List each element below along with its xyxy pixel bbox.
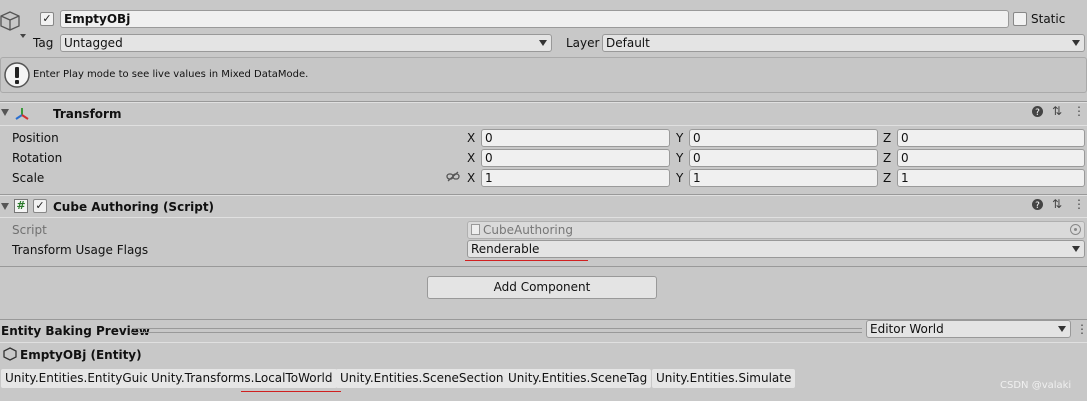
scale-y-field[interactable]: 1 bbox=[689, 169, 878, 187]
transform-foldout-arrow[interactable] bbox=[1, 109, 9, 116]
presets-icon[interactable]: ⇅ bbox=[1052, 104, 1062, 118]
presets-icon[interactable]: ⇅ bbox=[1052, 197, 1062, 211]
position-x-axis: X bbox=[467, 131, 476, 145]
rotation-x-axis: X bbox=[467, 151, 476, 165]
scale-x-field[interactable]: 1 bbox=[481, 169, 670, 187]
scale-y-axis: Y bbox=[676, 171, 684, 185]
cube-authoring-enabled-checkbox[interactable]: ✓ bbox=[33, 199, 47, 213]
link-scale-icon[interactable] bbox=[446, 171, 460, 183]
script-file-icon bbox=[471, 224, 480, 235]
object-picker-icon[interactable] bbox=[1070, 224, 1081, 235]
scale-x-axis: X bbox=[467, 171, 476, 185]
transform-usage-flags-value: Renderable bbox=[471, 242, 540, 256]
cube-authoring-foldout-arrow[interactable] bbox=[1, 203, 9, 210]
script-field: CubeAuthoring bbox=[467, 221, 1085, 239]
transform-usage-flags-dropdown[interactable]: Renderable bbox=[467, 240, 1085, 258]
info-exclamation-icon bbox=[4, 61, 30, 89]
world-dropdown[interactable]: Editor World bbox=[866, 320, 1071, 338]
rotation-y-field[interactable]: 0 bbox=[689, 149, 878, 167]
script-value: CubeAuthoring bbox=[483, 223, 573, 237]
rotation-z-field[interactable]: 0 bbox=[897, 149, 1085, 167]
entity-hexagon-icon bbox=[3, 347, 17, 361]
scale-label: Scale bbox=[12, 171, 45, 185]
position-z-field[interactable]: 0 bbox=[897, 129, 1085, 147]
help-icon[interactable]: ? bbox=[1032, 106, 1043, 120]
layer-dropdown[interactable]: Default bbox=[602, 34, 1085, 52]
rotation-z-axis: Z bbox=[883, 151, 892, 165]
static-label: Static bbox=[1031, 12, 1066, 26]
chevron-down-icon bbox=[539, 40, 547, 46]
script-hash-icon: # bbox=[14, 199, 28, 213]
layer-label: Layer bbox=[566, 36, 600, 50]
world-value: Editor World bbox=[870, 322, 944, 336]
rotation-x-field[interactable]: 0 bbox=[481, 149, 670, 167]
transform-usage-flags-label: Transform Usage Flags bbox=[12, 243, 149, 257]
add-component-button[interactable]: Add Component bbox=[427, 276, 657, 299]
svg-text:?: ? bbox=[1035, 108, 1040, 117]
rotation-label: Rotation bbox=[12, 151, 63, 165]
renderable-highlight-underline bbox=[465, 260, 588, 261]
transform-axis-icon bbox=[14, 106, 30, 122]
baking-preview-title: Entity Baking Preview bbox=[1, 324, 150, 338]
gameobject-cube-icon[interactable] bbox=[0, 8, 28, 38]
watermark: CSDN @valaki bbox=[1000, 380, 1072, 391]
static-checkbox[interactable] bbox=[1013, 12, 1027, 26]
component-chip[interactable]: Unity.Transforms.LocalToWorld bbox=[147, 369, 337, 388]
transform-title: Transform bbox=[53, 107, 122, 121]
kebab-menu-icon[interactable]: ⋮ bbox=[1073, 104, 1085, 118]
component-chip[interactable]: Unity.Entities.Simulate bbox=[652, 369, 796, 388]
chevron-down-icon bbox=[1072, 246, 1080, 252]
rotation-y-axis: Y bbox=[676, 151, 684, 165]
svg-text:?: ? bbox=[1035, 201, 1040, 210]
scale-z-axis: Z bbox=[883, 171, 892, 185]
help-icon[interactable]: ? bbox=[1032, 199, 1043, 213]
baking-preview-divider bbox=[132, 328, 862, 333]
cube-authoring-title: Cube Authoring (Script) bbox=[53, 200, 215, 214]
tag-value: Untagged bbox=[64, 36, 123, 50]
position-y-axis: Y bbox=[676, 131, 684, 145]
active-checkbox[interactable]: ✓ bbox=[40, 12, 54, 26]
info-box: Enter Play mode to see live values in Mi… bbox=[0, 57, 1087, 93]
scale-z-field[interactable]: 1 bbox=[897, 169, 1085, 187]
component-chip[interactable]: Unity.Entities.EntityGuid bbox=[1, 369, 155, 388]
script-label: Script bbox=[12, 223, 47, 237]
component-chip[interactable]: Unity.Entities.SceneTag bbox=[504, 369, 652, 388]
component-chip[interactable]: Unity.Entities.SceneSection bbox=[336, 369, 508, 388]
tag-label: Tag bbox=[33, 36, 54, 50]
position-z-axis: Z bbox=[883, 131, 892, 145]
localtoworld-highlight-underline bbox=[241, 391, 341, 392]
tag-dropdown[interactable]: Untagged bbox=[60, 34, 552, 52]
position-label: Position bbox=[12, 131, 59, 145]
position-x-field[interactable]: 0 bbox=[481, 129, 670, 147]
kebab-menu-icon[interactable]: ⋮ bbox=[1076, 322, 1087, 336]
entity-name: EmptyOBj (Entity) bbox=[20, 348, 142, 362]
object-name-field[interactable]: EmptyOBj bbox=[60, 10, 1009, 28]
info-message: Enter Play mode to see live values in Mi… bbox=[33, 69, 309, 80]
kebab-menu-icon[interactable]: ⋮ bbox=[1073, 197, 1085, 211]
chevron-down-icon bbox=[1072, 40, 1080, 46]
position-y-field[interactable]: 0 bbox=[689, 129, 878, 147]
chevron-down-icon bbox=[1058, 326, 1066, 332]
layer-value: Default bbox=[606, 36, 650, 50]
